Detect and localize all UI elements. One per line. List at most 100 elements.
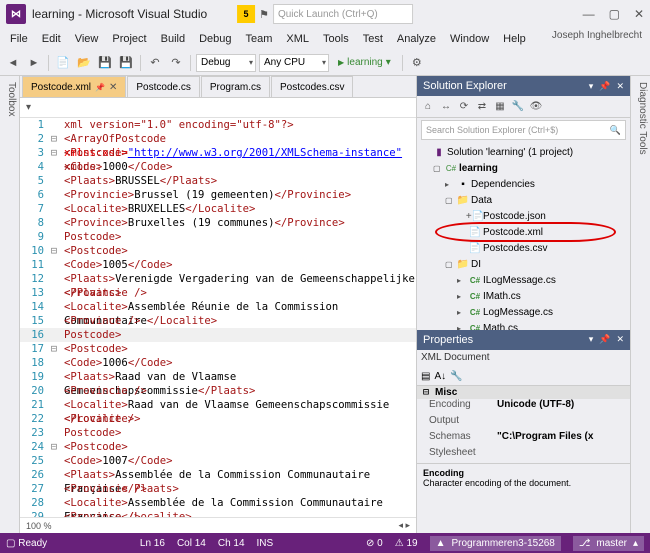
menu-analyze[interactable]: Analyze <box>391 31 442 47</box>
code-line[interactable]: 25 <Code>1007</Code> <box>20 454 416 468</box>
tree-item-learning[interactable]: ▢C#learning <box>417 160 630 176</box>
tree-item-di[interactable]: ▢📁DI <box>417 256 630 272</box>
tab-postcode-xml[interactable]: Postcode.xml📌✕ <box>22 76 126 97</box>
tree-item-solution-learning-1-project-[interactable]: ▮Solution 'learning' (1 project) <box>417 144 630 160</box>
code-line[interactable]: 17⊟ <Postcode> <box>20 342 416 356</box>
menu-project[interactable]: Project <box>106 31 152 47</box>
code-line[interactable]: 14 <Localite>Assemblée Réunie de la Comm… <box>20 300 416 314</box>
status-ln[interactable]: Ln 16 <box>140 538 165 549</box>
home-icon[interactable]: ⌂ <box>421 100 435 114</box>
menu-view[interactable]: View <box>69 31 105 47</box>
warning-count[interactable]: ⚠ 19 <box>395 538 418 549</box>
code-line[interactable]: 7 <Localite>BRUXELLES</Localite> <box>20 202 416 216</box>
git-repo[interactable]: ▲ Programmeren3-15268 <box>430 536 561 551</box>
code-line[interactable]: 28 <Localite>Assemblée de la Commission … <box>20 496 416 510</box>
code-line[interactable]: 20 <Provincie /> <box>20 384 416 398</box>
code-line[interactable]: 6 <Provincie>Brussel (19 gemeenten)</Pro… <box>20 188 416 202</box>
properties-category[interactable]: ⊟ Misc <box>417 386 630 399</box>
menu-test[interactable]: Test <box>357 31 389 47</box>
maximize-button[interactable]: ▢ <box>609 7 620 21</box>
status-col[interactable]: Col 14 <box>177 538 206 549</box>
tree-item-postcodes-csv[interactable]: 📄Postcodes.csv <box>417 240 630 256</box>
pin-icon[interactable]: 📌 <box>599 81 610 92</box>
signed-in-user[interactable]: Joseph Inghelbrecht <box>544 28 650 43</box>
editor-breadcrumb[interactable]: ▾ <box>20 98 416 118</box>
new-project-button[interactable]: 📄 <box>54 54 72 72</box>
solution-explorer-search[interactable]: Search Solution Explorer (Ctrl+$)🔍 <box>421 120 626 140</box>
prop-output[interactable]: Output <box>417 415 630 431</box>
code-line[interactable]: 29 <Province /> <box>20 510 416 517</box>
code-line[interactable]: 10⊟ <Postcode> <box>20 244 416 258</box>
flag-icon[interactable]: ⚑ <box>259 8 269 21</box>
menu-window[interactable]: Window <box>444 31 495 47</box>
status-ins[interactable]: INS <box>257 538 274 549</box>
tree-item-math-cs[interactable]: ▸C#Math.cs <box>417 320 630 330</box>
tab-program-cs[interactable]: Program.cs <box>201 76 270 97</box>
code-line[interactable]: 23 Postcode> <box>20 426 416 440</box>
prop-stylesheet[interactable]: Stylesheet <box>417 447 630 463</box>
status-ch[interactable]: Ch 14 <box>218 538 245 549</box>
minimize-button[interactable]: — <box>583 7 595 21</box>
code-line[interactable]: 15 <Province /> <box>20 314 416 328</box>
code-line[interactable]: 18 <Code>1006</Code> <box>20 356 416 370</box>
code-line[interactable]: 24⊟ <Postcode> <box>20 440 416 454</box>
prop-schemas[interactable]: Schemas"C:\Program Files (x <box>417 431 630 447</box>
open-button[interactable]: 📂 <box>75 54 93 72</box>
code-line[interactable]: 16 Postcode> <box>20 328 416 342</box>
panel-menu-icon[interactable]: ▾ <box>589 334 594 345</box>
code-line[interactable]: 19 <Plaats>Raad van de Vlaamse Gemeensch… <box>20 370 416 384</box>
code-line[interactable]: 1xml version="1.0" encoding="utf-8"?> <box>20 118 416 132</box>
close-icon[interactable]: ✕ <box>616 334 624 345</box>
close-icon[interactable]: ✕ <box>616 81 624 92</box>
code-line[interactable]: 4 <Code>1000</Code> <box>20 160 416 174</box>
save-all-button[interactable]: 💾 <box>117 54 135 72</box>
refresh-icon[interactable]: ⟳ <box>457 100 471 114</box>
nav-fwd-button[interactable]: ► <box>25 54 43 72</box>
code-line[interactable]: 22 <Province /> <box>20 412 416 426</box>
pin-icon[interactable]: 📌 <box>95 83 105 92</box>
prop-encoding[interactable]: EncodingUnicode (UTF-8) <box>417 399 630 415</box>
tab-postcode-cs[interactable]: Postcode.cs <box>127 76 199 97</box>
toolbox-rail[interactable]: Toolbox <box>0 76 20 533</box>
code-line[interactable]: 21 <Localite>Raad van de Vlaamse Gemeens… <box>20 398 416 412</box>
save-button[interactable]: 💾 <box>96 54 114 72</box>
panel-menu-icon[interactable]: ▾ <box>589 81 594 92</box>
tree-item-imath-cs[interactable]: ▸C#IMath.cs <box>417 288 630 304</box>
code-line[interactable]: 5 <Plaats>BRUSSEL</Plaats> <box>20 174 416 188</box>
code-line[interactable]: 3⊟ <Postcode> <box>20 146 416 160</box>
config-combo[interactable]: Debug <box>196 54 256 72</box>
redo-button[interactable]: ↷ <box>167 54 185 72</box>
error-count[interactable]: ⊘ 0 <box>366 538 383 549</box>
diagnostic-tools-rail[interactable]: Diagnostic Tools <box>630 76 650 533</box>
wrench-icon[interactable]: 🔧 <box>450 371 462 382</box>
tab-postcodes-csv[interactable]: Postcodes.csv <box>271 76 353 97</box>
code-line[interactable]: 8 <Province>Bruxelles (19 communes)</Pro… <box>20 216 416 230</box>
zoom-level[interactable]: 100 % <box>26 521 52 531</box>
close-button[interactable]: ✕ <box>634 7 644 21</box>
tree-item-postcode-json[interactable]: +📄Postcode.json <box>417 208 630 224</box>
undo-button[interactable]: ↶ <box>146 54 164 72</box>
menu-edit[interactable]: Edit <box>36 31 67 47</box>
preview-icon[interactable]: 👁 <box>529 100 543 114</box>
show-all-icon[interactable]: ▦ <box>493 100 507 114</box>
code-line[interactable]: 26 <Plaats>Assemblée de la Commission Co… <box>20 468 416 482</box>
menu-xml[interactable]: XML <box>280 31 315 47</box>
scroll-indicator[interactable]: ◂ ▸ <box>398 520 410 531</box>
menu-file[interactable]: File <box>4 31 34 47</box>
code-line[interactable]: 9 Postcode> <box>20 230 416 244</box>
start-debug-button[interactable]: learning ▾ <box>332 54 397 72</box>
code-line[interactable]: 11 <Code>1005</Code> <box>20 258 416 272</box>
menu-tools[interactable]: Tools <box>317 31 355 47</box>
pin-icon[interactable]: 📌 <box>599 334 610 345</box>
git-branch[interactable]: ⎇ master ▴ <box>573 536 644 551</box>
code-line[interactable]: 13 <Provincie /> <box>20 286 416 300</box>
code-editor[interactable]: 1xml version="1.0" encoding="utf-8"?>2⊟<… <box>20 118 416 517</box>
notifications-badge[interactable]: 5 <box>237 5 255 23</box>
code-line[interactable]: 2⊟<ArrayOfPostcode xmlns:xsi="http://www… <box>20 132 416 146</box>
tree-item-ilogmessage-cs[interactable]: ▸C#ILogMessage.cs <box>417 272 630 288</box>
platform-combo[interactable]: Any CPU <box>259 54 329 72</box>
menu-debug[interactable]: Debug <box>193 31 237 47</box>
tree-item-data[interactable]: ▢📁Data <box>417 192 630 208</box>
tree-item-dependencies[interactable]: ▸▪Dependencies <box>417 176 630 192</box>
tree-item-postcode-xml[interactable]: 📄Postcode.xml <box>417 224 630 240</box>
